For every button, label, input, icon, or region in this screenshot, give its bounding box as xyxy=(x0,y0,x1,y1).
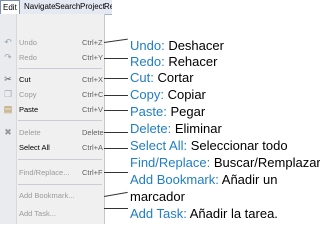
annotation-copy: Copy: Copiar xyxy=(130,87,206,102)
menu-separator xyxy=(18,120,102,121)
edit-dropdown-menu: ↶ Undo Ctrl+Z ↷ Redo Ctrl+Y ✂ Cut Ctrl+X… xyxy=(0,14,105,224)
annotation-select-all: Select All: Seleccionar todo xyxy=(130,138,288,153)
annotation-key: Find/Replace: xyxy=(130,155,211,170)
callout-line xyxy=(104,132,128,133)
menu-item-label: Redo xyxy=(19,53,37,62)
menu-item-shortcut: Ctrl+F xyxy=(82,168,103,177)
paste-icon: ▤ xyxy=(3,104,13,114)
annotation-key: Undo: xyxy=(130,38,165,53)
annotation-key: Cut: xyxy=(130,70,154,85)
annotation-key: Paste: xyxy=(130,104,167,119)
annotation-key: Add Bookmark: xyxy=(130,172,219,187)
menu-edit[interactable]: Edit xyxy=(0,0,20,14)
callout-line xyxy=(104,172,128,173)
annotation-redo: Redo: Rehacer xyxy=(130,54,217,69)
menu-item-label: Paste xyxy=(19,105,39,114)
annotation-find-replace: Find/Replace: Buscar/Remplazar xyxy=(130,155,320,170)
annotation-value: Buscar/Remplazar xyxy=(210,155,320,170)
menu-item-label: Cut xyxy=(19,75,31,84)
menu-item-cut[interactable]: ✂ Cut Ctrl+X xyxy=(0,72,104,87)
menu-item-label: Delete xyxy=(19,128,41,137)
menu-item-shortcut: Delete xyxy=(82,128,104,137)
menu-item-find-replace[interactable]: Find/Replace... Ctrl+F xyxy=(0,165,104,180)
annotation-key: Delete: xyxy=(130,121,172,136)
annotation-key: Select All: xyxy=(130,138,188,153)
annotation-add-task: Add Task: Añadir la tarea. xyxy=(130,206,278,221)
annotation-undo: Undo: Deshacer xyxy=(130,38,224,53)
menu-item-redo[interactable]: ↷ Redo Ctrl+Y xyxy=(0,50,104,65)
annotation-add-bookmark: Add Bookmark: Añadir un xyxy=(130,172,277,187)
menu-item-select-all[interactable]: Select All Ctrl+A xyxy=(0,140,104,155)
menu-item-label: Add Task... xyxy=(19,209,56,218)
scissors-icon: ✂ xyxy=(4,74,12,84)
callout-line xyxy=(104,110,128,111)
annotation-key: Add Task: xyxy=(130,206,187,221)
menu-item-shortcut: Ctrl+Z xyxy=(82,38,103,47)
menu-item-shortcut: Ctrl+X xyxy=(82,75,104,84)
menu-separator xyxy=(18,68,102,69)
menu-item-copy[interactable]: ❐ Copy Ctrl+C xyxy=(0,87,104,102)
callout-line xyxy=(104,58,128,59)
menu-item-delete[interactable]: ✖ Delete Delete xyxy=(0,125,104,140)
callout-line xyxy=(104,95,128,96)
annotation-value: marcador xyxy=(130,189,185,204)
annotation-value: Cortar xyxy=(153,70,194,85)
callout-line xyxy=(104,78,128,79)
annotation-key: Redo: xyxy=(130,54,165,69)
callout-line xyxy=(103,191,128,197)
annotation-key: Copy: xyxy=(130,87,164,102)
annotation-value: Rehacer xyxy=(164,54,218,69)
callout-line xyxy=(104,148,128,149)
menu-separator xyxy=(18,159,102,160)
menu-separator xyxy=(18,184,102,185)
menu-item-shortcut: Ctrl+Y xyxy=(82,53,104,62)
menu-item-shortcut: Ctrl+A xyxy=(82,143,104,152)
menu-item-label: Find/Replace... xyxy=(19,168,70,177)
annotation-value: Añadir la tarea. xyxy=(186,206,278,221)
undo-icon: ↶ xyxy=(4,37,12,47)
menu-item-add-task[interactable]: Add Task... xyxy=(0,206,104,221)
menu-item-label: Undo xyxy=(19,38,37,47)
annotation-add-bookmark-cont: marcador xyxy=(130,189,185,204)
annotation-value: Pegar xyxy=(166,104,206,119)
redo-icon: ↷ xyxy=(4,52,12,62)
callout-line xyxy=(103,38,128,43)
menu-item-undo[interactable]: ↶ Undo Ctrl+Z xyxy=(0,35,104,50)
callout-line xyxy=(104,208,128,209)
menu-bar: Edit Navigate Search Project Re xyxy=(0,0,112,15)
annotation-value: Eliminar xyxy=(171,121,222,136)
menu-item-shortcut: Ctrl+C xyxy=(82,90,104,99)
annotation-paste: Paste: Pegar xyxy=(130,104,205,119)
annotation-cut: Cut: Cortar xyxy=(130,70,194,85)
menu-item-label: Add Bookmark... xyxy=(19,191,75,200)
menu-item-label: Select All xyxy=(19,143,50,152)
annotation-value: Añadir un xyxy=(218,172,278,187)
annotation-value: Deshacer xyxy=(164,38,224,53)
delete-icon: ✖ xyxy=(4,127,12,137)
menu-item-add-bookmark[interactable]: Add Bookmark... xyxy=(0,188,104,203)
menu-item-shortcut: Ctrl+V xyxy=(82,105,104,114)
annotation-value: Copiar xyxy=(163,87,206,102)
copy-icon: ❐ xyxy=(3,89,13,99)
menu-item-label: Copy xyxy=(19,90,37,99)
menu-refactor[interactable]: Re xyxy=(102,1,112,13)
annotation-value: Seleccionar todo xyxy=(187,138,288,153)
annotation-delete: Delete: Eliminar xyxy=(130,121,222,136)
menu-item-paste[interactable]: ▤ Paste Ctrl+V xyxy=(0,102,104,117)
